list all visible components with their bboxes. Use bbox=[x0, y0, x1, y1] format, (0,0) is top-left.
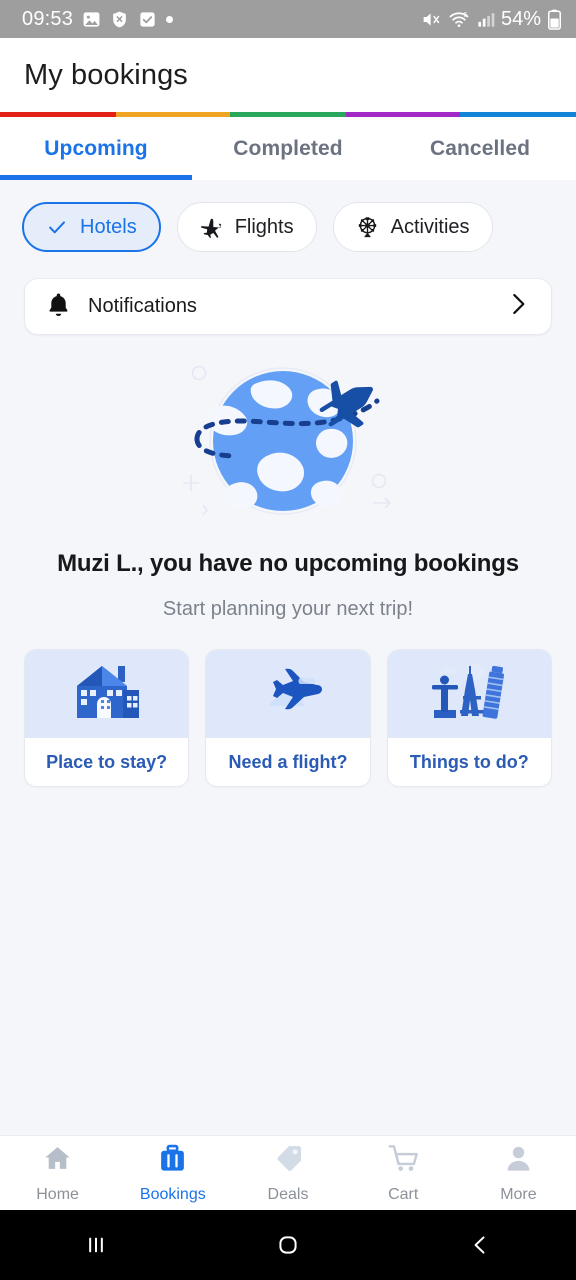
tab-completed[interactable]: Completed bbox=[192, 117, 384, 180]
card-place-to-stay[interactable]: Place to stay? bbox=[24, 649, 190, 787]
category-filter-chips: Hotels Flights Activities bbox=[0, 180, 576, 252]
check-icon bbox=[46, 216, 68, 238]
booking-status-tabs: Upcoming Completed Cancelled bbox=[0, 117, 576, 180]
chip-activities[interactable]: Activities bbox=[332, 202, 493, 252]
suggestion-cards: Place to stay? Need a flight? Things to … bbox=[0, 621, 576, 787]
empty-state-subtitle: Start planning your next trip! bbox=[162, 598, 414, 620]
card-things-to-do-art bbox=[387, 650, 551, 738]
house-icon bbox=[71, 660, 143, 729]
chip-flights-label: Flights bbox=[234, 215, 294, 238]
home-icon bbox=[42, 1143, 73, 1179]
person-icon bbox=[503, 1143, 534, 1179]
nav-item-more[interactable]: More bbox=[461, 1143, 576, 1204]
nav-item-deals[interactable]: Deals bbox=[230, 1143, 345, 1204]
card-need-a-flight[interactable]: Need a flight? bbox=[205, 649, 371, 787]
status-bar-left: 09:53 bbox=[22, 8, 421, 31]
departing-plane-icon bbox=[248, 660, 328, 729]
chip-hotels-label: Hotels bbox=[80, 215, 137, 238]
svg-text:6: 6 bbox=[463, 11, 467, 18]
empty-state-title: Muzi L., you have no upcoming bookings bbox=[57, 550, 519, 577]
notifications-label: Notifications bbox=[88, 295, 197, 317]
shield-x-icon bbox=[110, 10, 129, 29]
back-button[interactable] bbox=[384, 1231, 576, 1259]
chip-flights[interactable]: Flights bbox=[176, 202, 317, 252]
image-icon bbox=[82, 10, 101, 29]
nav-item-more-label: More bbox=[500, 1185, 537, 1203]
tab-cancelled-label: Cancelled bbox=[429, 136, 531, 160]
card-place-to-stay-art bbox=[25, 650, 189, 738]
bell-icon bbox=[45, 291, 72, 323]
suitcase-icon bbox=[157, 1143, 188, 1179]
notifications-card[interactable]: Notifications bbox=[24, 278, 552, 335]
nav-item-cart-label: Cart bbox=[388, 1185, 419, 1203]
airplane-icon bbox=[200, 216, 223, 239]
android-system-nav bbox=[0, 1210, 576, 1280]
battery-icon bbox=[547, 9, 562, 30]
card-need-a-flight-art bbox=[206, 650, 370, 738]
chevron-right-icon[interactable] bbox=[505, 291, 531, 322]
bottom-navigation-bar: Home Bookings Deals Cart More bbox=[0, 1135, 576, 1210]
nav-item-deals-label: Deals bbox=[267, 1185, 309, 1203]
nav-item-cart[interactable]: Cart bbox=[346, 1143, 461, 1204]
landmarks-icon bbox=[430, 660, 508, 729]
wifi-6-icon: 6 bbox=[448, 9, 470, 30]
signal-bars-icon bbox=[476, 10, 495, 29]
home-button[interactable] bbox=[192, 1231, 384, 1259]
nav-item-home-label: Home bbox=[36, 1185, 79, 1203]
card-things-to-do[interactable]: Things to do? bbox=[386, 649, 552, 787]
dot-icon bbox=[166, 15, 174, 23]
battery-percent-label: 54% bbox=[500, 7, 541, 30]
recents-button[interactable] bbox=[0, 1231, 192, 1259]
nav-item-home[interactable]: Home bbox=[0, 1143, 115, 1204]
card-things-to-do-label: Things to do? bbox=[409, 751, 529, 772]
tab-upcoming[interactable]: Upcoming bbox=[0, 117, 192, 180]
tab-cancelled[interactable]: Cancelled bbox=[384, 117, 576, 180]
card-need-a-flight-label: Need a flight? bbox=[228, 751, 348, 772]
status-bar-right: 6 54% bbox=[421, 8, 562, 31]
status-bar-clock: 09:53 bbox=[22, 7, 74, 30]
cart-icon bbox=[388, 1143, 419, 1179]
checkbox-icon bbox=[138, 10, 157, 29]
page-title: My bookings bbox=[24, 58, 188, 91]
main-content: Hotels Flights Activities Notifications … bbox=[0, 180, 576, 1123]
tab-completed-label: Completed bbox=[233, 136, 343, 160]
chip-activities-label: Activities bbox=[390, 215, 470, 238]
nav-item-bookings-label: Bookings bbox=[139, 1185, 206, 1203]
status-bar: 09:53 6 54% bbox=[0, 0, 576, 38]
ferris-wheel-icon bbox=[356, 216, 379, 239]
globe-with-airplane-illustration bbox=[0, 355, 576, 530]
mute-icon bbox=[421, 9, 442, 30]
nav-item-bookings[interactable]: Bookings bbox=[115, 1143, 230, 1204]
app-bar: My bookings bbox=[0, 38, 576, 112]
tag-icon bbox=[273, 1143, 304, 1179]
chip-hotels[interactable]: Hotels bbox=[22, 202, 161, 252]
tab-upcoming-label: Upcoming bbox=[44, 136, 148, 160]
card-place-to-stay-label: Place to stay? bbox=[46, 751, 168, 772]
